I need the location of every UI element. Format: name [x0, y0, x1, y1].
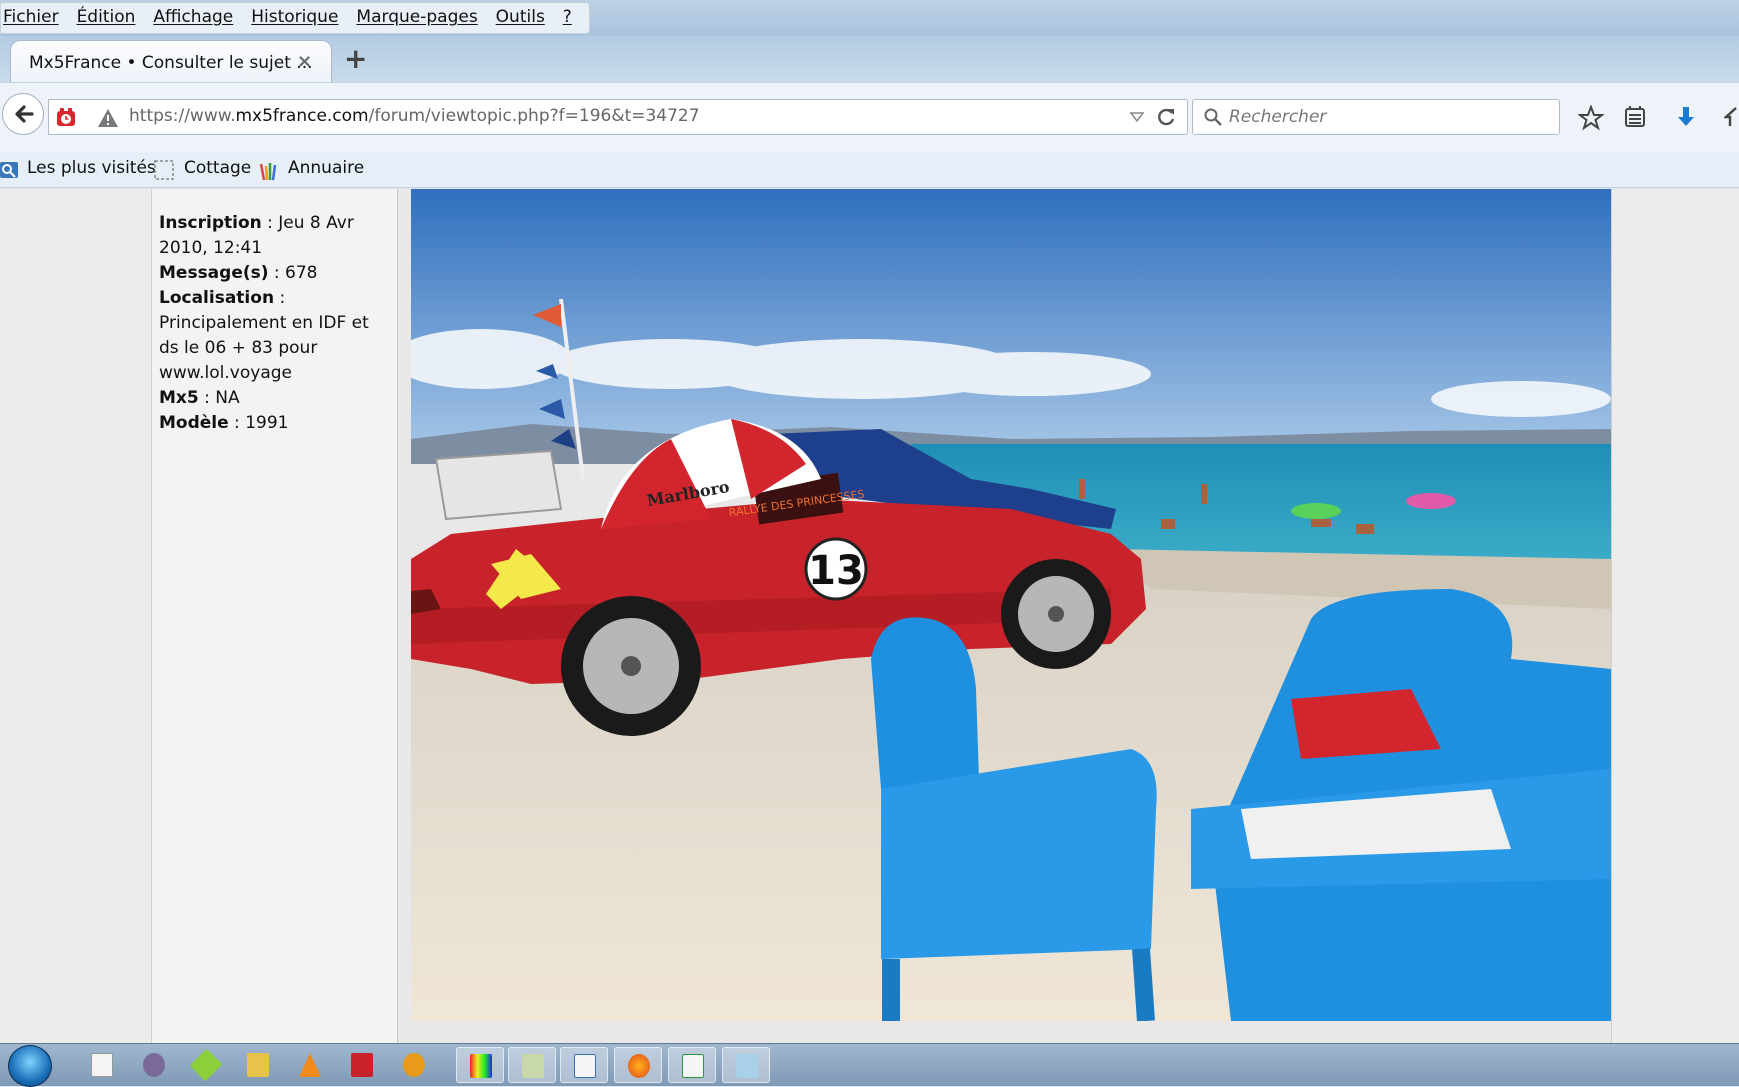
bookmark-annuaire[interactable]: Annuaire [288, 158, 364, 178]
taskbar-app-icon[interactable] [390, 1047, 438, 1083]
home-icon[interactable] [1724, 105, 1739, 129]
menu-edition[interactable]: Édition [68, 3, 145, 33]
taskbar-app-icon[interactable] [182, 1047, 230, 1083]
taskbar-notepad-icon[interactable] [78, 1047, 126, 1083]
mx5-label: Mx5 [159, 388, 199, 408]
url-text[interactable]: https://www.mx5france.com/forum/viewtopi… [129, 106, 700, 126]
new-tab-button[interactable]: + [344, 42, 367, 75]
bookmark-most-visited[interactable]: Les plus visités [27, 158, 156, 178]
inscription-label: Inscription [159, 213, 262, 233]
profile-messages: Message(s) : 678 [159, 261, 391, 286]
menu-help[interactable]: ? [554, 3, 581, 33]
bookmarks-toolbar: Les plus visités Cottage Annuaire [0, 152, 1739, 188]
taskbar-app-icon[interactable] [130, 1047, 178, 1083]
search-icon [1204, 108, 1222, 126]
taskbar-spreadsheet-icon[interactable] [668, 1047, 716, 1083]
taskbar-explorer-icon[interactable] [234, 1047, 282, 1083]
taskbar-app-icon[interactable] [722, 1047, 770, 1083]
most-visited-icon [0, 162, 18, 178]
menu-marque-pages[interactable]: Marque-pages [347, 3, 486, 33]
car-race-number: 13 [808, 548, 864, 594]
site-favicon-icon [57, 108, 75, 126]
messages-value: : 678 [268, 263, 318, 283]
page-content: Inscription : Jeu 8 Avr 2010, 12:41 Mess… [0, 189, 1739, 1043]
bookmark-cottage[interactable]: Cottage [184, 158, 251, 178]
insecure-warning-icon[interactable] [97, 108, 119, 128]
back-button[interactable] [2, 93, 44, 135]
profile-mx5: Mx5 : NA [159, 386, 391, 411]
search-input[interactable] [1229, 100, 1549, 134]
tab-strip: Mx5France • Consulter le sujet ... × + [0, 36, 1739, 83]
taskbar-pdf-icon[interactable] [338, 1047, 386, 1083]
navigation-bar: https://www.mx5france.com/forum/viewtopi… [0, 82, 1739, 152]
tab-close-icon[interactable]: × [297, 51, 312, 72]
profile-modele: Modèle : 1991 [159, 411, 391, 436]
title-bar: Fichier Édition Affichage Historique Mar… [0, 0, 1739, 36]
url-domain: mx5france.com [235, 106, 369, 126]
menu-bar: Fichier Édition Affichage Historique Mar… [0, 2, 590, 34]
annuaire-icon [259, 163, 277, 181]
menu-historique[interactable]: Historique [242, 3, 347, 33]
modele-label: Modèle [159, 413, 229, 433]
menu-affichage[interactable]: Affichage [144, 3, 242, 33]
profile-localisation: Localisation : Principalement en IDF et … [159, 286, 391, 386]
start-button[interactable] [8, 1045, 52, 1087]
cottage-page-icon [154, 160, 174, 180]
profile-details: Inscription : Jeu 8 Avr 2010, 12:41 Mess… [159, 211, 391, 436]
taskbar-paint-icon[interactable] [456, 1047, 504, 1083]
bookmark-star-icon[interactable] [1578, 105, 1604, 131]
modele-value: : 1991 [228, 413, 289, 433]
search-bar[interactable] [1192, 99, 1560, 135]
taskbar-app-icon[interactable] [508, 1047, 556, 1083]
post-author-profile: Inscription : Jeu 8 Avr 2010, 12:41 Mess… [152, 189, 398, 1043]
downloads-icon[interactable] [1674, 105, 1698, 131]
post-photo[interactable]: 13 RALLYE DES PRINCESSES Marlboro [411, 189, 1611, 1021]
menu-outils[interactable]: Outils [487, 3, 554, 33]
messages-label: Message(s) [159, 263, 269, 283]
menu-fichier[interactable]: Fichier [1, 3, 68, 33]
back-arrow-icon [15, 105, 34, 123]
taskbar-firefox-icon[interactable] [614, 1047, 662, 1083]
profile-inscription: Inscription : Jeu 8 Avr 2010, 12:41 [159, 211, 391, 261]
url-path: /forum/viewtopic.php?f=196&t=34727 [368, 106, 700, 126]
url-prefix: https://www. [129, 106, 236, 126]
reload-icon[interactable] [1155, 106, 1177, 128]
taskbar-document-icon[interactable] [560, 1047, 608, 1083]
tab-title: Mx5France • Consulter le sujet ... [29, 53, 313, 73]
left-margin [0, 189, 152, 1043]
bookmarks-menu-icon[interactable] [1623, 105, 1647, 129]
taskbar-vlc-icon[interactable] [286, 1047, 334, 1083]
localisation-label: Localisation [159, 288, 275, 308]
taskbar [0, 1043, 1739, 1087]
url-bar[interactable]: https://www.mx5france.com/forum/viewtopi… [48, 99, 1188, 135]
tab-mx5france[interactable]: Mx5France • Consulter le sujet ... × [10, 40, 332, 83]
url-history-dropdown-icon[interactable] [1129, 109, 1145, 125]
right-margin [1611, 189, 1739, 1043]
mx5-value: : NA [198, 388, 240, 408]
